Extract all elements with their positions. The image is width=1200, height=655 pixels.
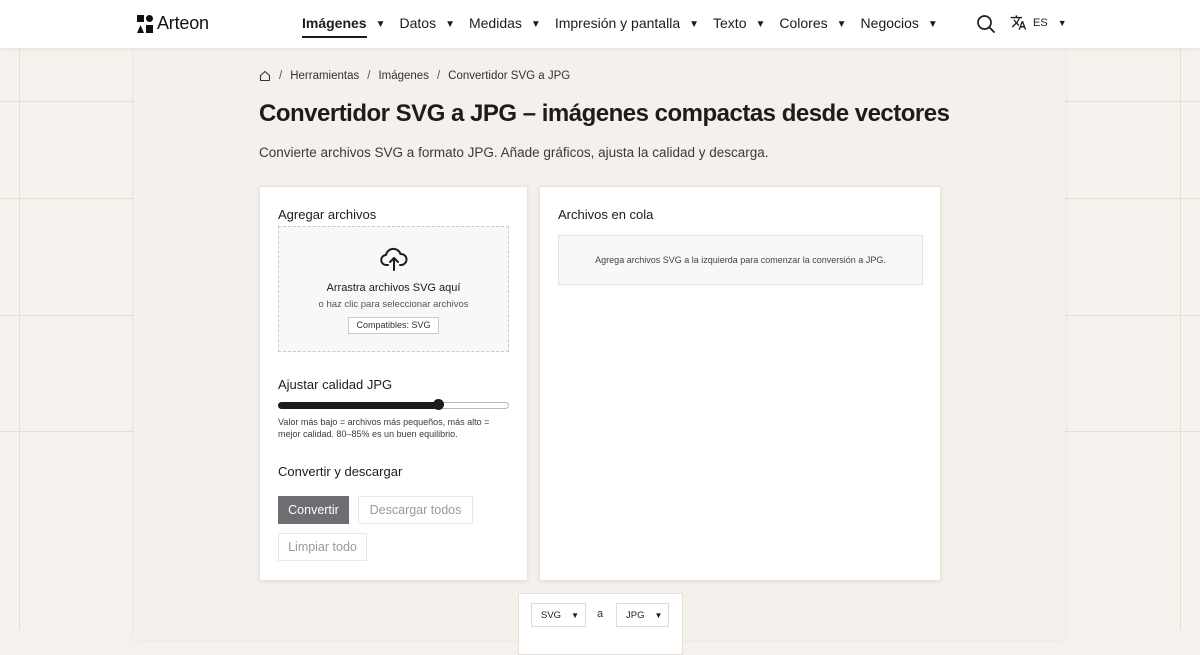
queue-panel: Archivos en cola Agrega archivos SVG a l…	[539, 186, 941, 581]
nav-item-medidas[interactable]: Medidas ▼	[469, 15, 541, 33]
caret-down-icon: ▼	[530, 18, 541, 30]
caret-down-icon: ▼	[689, 18, 700, 30]
home-icon[interactable]	[259, 70, 271, 82]
convert-button[interactable]: Convertir	[278, 496, 349, 524]
top-navbar: Arteon Imágenes ▼ Datos ▼ Medidas ▼ Impr…	[0, 0, 1200, 49]
upload-panel: Agregar archivos Arrastra archivos SVG a…	[259, 186, 528, 581]
caret-down-icon: ▼	[571, 611, 579, 620]
quality-slider[interactable]	[278, 399, 509, 410]
arteon-logo-icon	[137, 14, 153, 33]
nav-label: Impresión y pantalla	[554, 15, 681, 31]
breadcrumb: / Herramientas / Imágenes / Convertidor …	[259, 70, 570, 82]
source-format-value: SVG	[541, 610, 562, 621]
breadcrumb-separator: /	[367, 70, 371, 82]
caret-down-icon: ▼	[927, 18, 938, 30]
page-subtitle: Convierte archivos SVG a formato JPG. Añ…	[259, 145, 769, 160]
logo[interactable]: Arteon	[137, 13, 209, 34]
dropzone-main-text: Arrastra archivos SVG aquí	[326, 282, 461, 294]
target-format-select[interactable]: JPG ▼	[616, 603, 669, 627]
nav-item-datos[interactable]: Datos ▼	[400, 15, 455, 33]
translate-icon	[1010, 15, 1027, 30]
main-nav: Imágenes ▼ Datos ▼ Medidas ▼ Impresión y…	[302, 0, 952, 48]
format-selector-bar: SVG ▼ a JPG ▼	[518, 593, 683, 655]
caret-down-icon: ▼	[755, 18, 766, 30]
download-all-button[interactable]: Descargar todos	[358, 496, 473, 524]
caret-down-icon: ▼	[836, 18, 847, 30]
language-code: ES	[1033, 16, 1048, 29]
search-button[interactable]	[976, 14, 996, 34]
format-separator: a	[597, 608, 604, 620]
page-title: Convertidor SVG a JPG – imágenes compact…	[259, 100, 950, 127]
nav-item-imagenes[interactable]: Imágenes ▼	[302, 15, 386, 38]
source-format-select[interactable]: SVG ▼	[531, 603, 586, 627]
nav-label: Colores	[779, 15, 828, 31]
file-dropzone[interactable]: Arrastra archivos SVG aquí o haz clic pa…	[278, 226, 509, 352]
logo-text: Arteon	[157, 13, 209, 33]
upload-title: Agregar archivos	[278, 207, 377, 222]
cloud-upload-icon	[380, 247, 408, 271]
nav-label: Medidas	[468, 15, 522, 31]
breadcrumb-imagenes[interactable]: Imágenes	[378, 70, 429, 82]
breadcrumb-herramientas[interactable]: Herramientas	[290, 70, 359, 82]
queue-empty-state: Agrega archivos SVG a la izquierda para …	[558, 235, 923, 285]
search-icon	[977, 15, 995, 33]
slider-thumb[interactable]	[433, 399, 444, 410]
nav-label: Imágenes	[302, 15, 367, 38]
nav-label: Texto	[713, 15, 747, 31]
compatible-badge: Compatibles: SVG	[348, 317, 439, 334]
language-selector[interactable]: ES ▼	[1010, 14, 1067, 31]
nav-label: Datos	[399, 15, 437, 31]
nav-item-negocios[interactable]: Negocios ▼	[861, 15, 938, 33]
nav-label: Negocios	[860, 15, 919, 31]
queue-title: Archivos en cola	[558, 207, 654, 222]
nav-item-impresion[interactable]: Impresión y pantalla ▼	[555, 15, 699, 33]
quality-hint: Valor más bajo = archivos más pequeños, …	[278, 417, 490, 439]
nav-item-colores[interactable]: Colores ▼	[779, 15, 846, 33]
breadcrumb-current: Convertidor SVG a JPG	[448, 70, 571, 82]
caret-down-icon: ▼	[654, 611, 663, 620]
quality-title: Ajustar calidad JPG	[278, 377, 393, 392]
nav-item-texto[interactable]: Texto ▼	[713, 15, 765, 33]
dropzone-sub-text: o haz clic para seleccionar archivos	[318, 299, 469, 310]
caret-down-icon: ▼	[1057, 17, 1067, 28]
caret-down-icon: ▼	[375, 18, 386, 30]
clear-all-button[interactable]: Limpiar todo	[278, 533, 367, 561]
slider-fill	[278, 402, 438, 409]
main-content: / Herramientas / Imágenes / Convertidor …	[134, 50, 1065, 655]
caret-down-icon: ▼	[445, 18, 455, 30]
breadcrumb-separator: /	[279, 70, 283, 82]
target-format-value: JPG	[626, 610, 645, 621]
breadcrumb-separator: /	[436, 70, 441, 82]
convert-title: Convertir y descargar	[278, 464, 403, 479]
